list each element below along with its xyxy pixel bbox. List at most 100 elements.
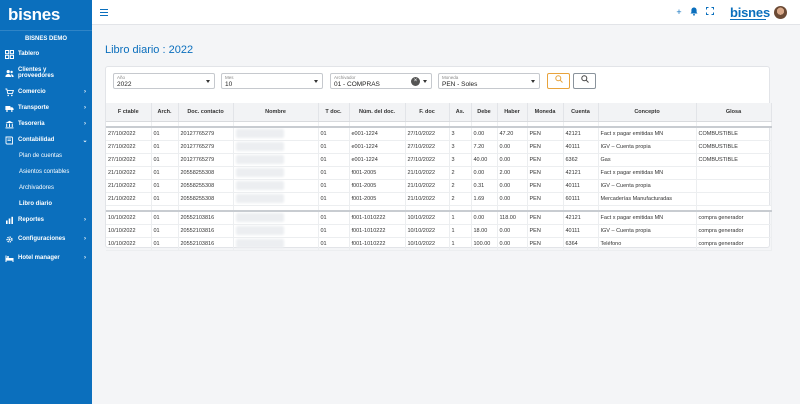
moneda-select[interactable]: Moneda PEN - Soles xyxy=(438,73,540,89)
hotel-icon xyxy=(5,254,14,263)
table-cell: Fact x pagar emitidas MN xyxy=(598,166,697,180)
search-button[interactable] xyxy=(547,73,570,89)
table-row[interactable]: 27/10/2022 01 20127765279 01 e001-1224 27/10/… xyxy=(106,153,772,167)
sidebar-subitem[interactable]: Asientos contables xyxy=(0,164,92,180)
table-cell: 0.00 xyxy=(497,153,528,167)
table-cell: 20127765279 xyxy=(178,153,234,167)
column-header[interactable]: Haber xyxy=(497,103,528,122)
report-icon xyxy=(5,216,14,225)
column-header[interactable]: Núm. del doc. xyxy=(349,103,406,122)
sidebar-item-tesoreria[interactable]: Tesorería › xyxy=(0,116,92,132)
table-cell: COMBUSTIBLE xyxy=(696,140,772,154)
table-cell: 47.20 xyxy=(497,127,528,141)
table-cell: 3 xyxy=(449,127,472,141)
table-cell: PEN xyxy=(527,127,564,141)
table-cell: 0.00 xyxy=(471,166,498,180)
sidebar-item-tablero[interactable]: Tablero xyxy=(0,46,92,62)
table-cell: f001-2005 xyxy=(349,179,406,193)
bell-icon[interactable] xyxy=(689,7,699,17)
redacted-name xyxy=(233,166,319,180)
advanced-search-button[interactable] xyxy=(573,73,596,89)
fullscreen-icon[interactable] xyxy=(705,7,715,17)
search-icon xyxy=(554,75,563,83)
sidebar-item-transporte[interactable]: Transporte › xyxy=(0,100,92,116)
table-cell: 21/10/2022 xyxy=(405,166,450,180)
table-cell: f001-2005 xyxy=(349,166,406,180)
chevron-down-icon xyxy=(423,80,427,83)
table-cell: 01 xyxy=(318,224,350,238)
redacted-name xyxy=(233,237,319,251)
truck-icon xyxy=(5,104,14,113)
column-header[interactable]: Debe xyxy=(471,103,498,122)
table-row[interactable]: 27/10/2022 01 20127765279 01 e001-1224 27/10/… xyxy=(106,140,772,154)
column-header[interactable]: T doc. xyxy=(318,103,350,122)
column-header[interactable]: Nombre xyxy=(233,103,319,122)
table-row[interactable]: 10/10/2022 01 20552103816 01 f001-1010222 10/… xyxy=(106,224,772,238)
table-cell: 20558255308 xyxy=(178,166,234,180)
sidebar-subitem[interactable]: Libro diario xyxy=(0,196,92,212)
column-header[interactable]: F ctable xyxy=(106,103,152,122)
table-cell: PEN xyxy=(527,237,564,251)
sidebar-item-reportes[interactable]: Reportes › xyxy=(0,212,92,228)
table-cell: Gas xyxy=(598,153,697,167)
table-cell: 2.00 xyxy=(497,166,528,180)
redacted-name xyxy=(233,153,319,167)
table-cell: 118.00 xyxy=(497,211,528,225)
table-row[interactable]: 21/10/2022 01 20558255308 01 f001-2005 21/10/… xyxy=(106,192,772,206)
column-header[interactable]: Concepto xyxy=(598,103,697,122)
sidebar-item-comercio[interactable]: Comercio › xyxy=(0,84,92,100)
table-cell: 2 xyxy=(449,166,472,180)
chevron-icon: › xyxy=(84,105,86,111)
column-header[interactable]: Cuenta xyxy=(563,103,599,122)
table-row[interactable]: 27/10/2022 01 20127765279 01 e001-1224 27/10/… xyxy=(106,127,772,141)
column-header[interactable]: Doc. contacto xyxy=(178,103,234,122)
sidebar-item-hotel[interactable]: Hotel manager › xyxy=(0,250,92,266)
table-cell xyxy=(696,166,772,180)
sidebar-item-contabilidad[interactable]: Contabilidad ⌄ xyxy=(0,132,92,148)
avatar[interactable] xyxy=(774,6,787,19)
table-cell: 01 xyxy=(318,127,350,141)
table-cell: 3 xyxy=(449,153,472,167)
table-cell: 01 xyxy=(151,211,179,225)
year-select[interactable]: Año 2022 xyxy=(113,73,215,89)
column-header[interactable]: F. doc xyxy=(405,103,450,122)
table-cell: 1 xyxy=(449,224,472,238)
table-row[interactable]: 10/10/2022 01 20552103816 01 f001-1010222 10/… xyxy=(106,211,772,225)
column-header[interactable]: Moneda xyxy=(527,103,564,122)
column-header[interactable]: As. xyxy=(449,103,472,122)
table-row[interactable]: 21/10/2022 01 20558255308 01 f001-2005 21/10/… xyxy=(106,179,772,193)
table-cell: 40111 xyxy=(563,140,599,154)
table-cell: 0.00 xyxy=(497,140,528,154)
table-cell: 27/10/2022 xyxy=(405,127,450,141)
clear-icon[interactable]: × xyxy=(411,77,420,86)
sidebar-item-clientes[interactable]: Clientes y proveedores xyxy=(0,62,92,84)
table-row[interactable]: 10/10/2022 01 20552103816 01 f001-1010222 10/… xyxy=(106,237,772,251)
table-cell: 6362 xyxy=(563,153,599,167)
table-cell: 01 xyxy=(318,179,350,193)
table-row[interactable]: 21/10/2022 01 20558255308 01 f001-2005 21/10/… xyxy=(106,166,772,180)
table-cell: 20552103816 xyxy=(178,224,234,238)
column-header[interactable]: Arch. xyxy=(151,103,179,122)
plus-icon[interactable]: + xyxy=(674,7,684,17)
table-cell: e001-1224 xyxy=(349,153,406,167)
sidebar-item-label: Tesorería xyxy=(18,120,45,127)
sidebar-subitem[interactable]: Archivadores xyxy=(0,180,92,196)
table-cell: 40.00 xyxy=(471,153,498,167)
table-cell: 3 xyxy=(449,140,472,154)
redacted-name xyxy=(233,179,319,193)
table-cell: 10/10/2022 xyxy=(405,237,450,251)
menu-toggle-icon[interactable] xyxy=(100,9,108,16)
archivador-select[interactable]: Archivador 01 - COMPRAS × xyxy=(330,73,432,89)
table-cell: 20127765279 xyxy=(178,127,234,141)
table-cell: 01 xyxy=(151,237,179,251)
sidebar-logo[interactable]: bisnes xyxy=(0,0,92,30)
table-cell: 27/10/2022 xyxy=(106,127,152,141)
sidebar-item-label: Tablero xyxy=(18,50,40,57)
table-cell: 10/10/2022 xyxy=(106,237,152,251)
column-header[interactable]: Glosa xyxy=(696,103,772,122)
sidebar-item-configuraciones[interactable]: Configuraciones › xyxy=(0,228,92,250)
month-select[interactable]: Mes 10 xyxy=(221,73,323,89)
page-title: Libro diario : 2022 xyxy=(105,44,194,56)
table-cell: 0.00 xyxy=(471,127,498,141)
sidebar-subitem[interactable]: Plan de cuentas xyxy=(0,148,92,164)
